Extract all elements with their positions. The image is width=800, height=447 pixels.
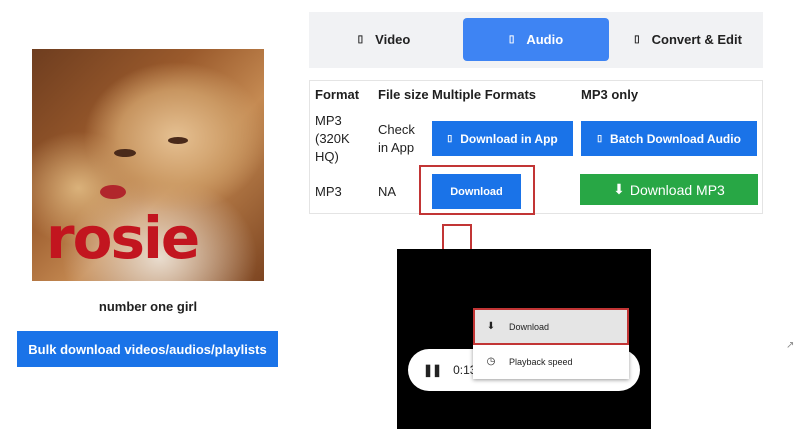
menu-item-playback-speed[interactable]: ◷ Playback speed (473, 344, 629, 379)
song-title: number one girl (98, 299, 198, 314)
bulk-download-button[interactable]: Bulk download videos/audios/playlists (17, 331, 278, 367)
tab-convert-label: Convert & Edit (651, 32, 742, 47)
batch-icon: ▯ (597, 133, 603, 143)
menu-playback-speed-label: Playback speed (509, 356, 573, 367)
cover-eye-left (114, 149, 136, 157)
cover-lips (100, 185, 126, 199)
tab-convert-edit[interactable]: ▯ Convert & Edit (613, 18, 763, 61)
menu-download-highlight-box (473, 308, 629, 345)
cover-eye-right (168, 137, 188, 144)
format-tabs: ▯ Video ▯ Audio ▯ Convert & Edit (309, 12, 763, 68)
header-multiple-formats: Multiple Formats (432, 87, 537, 102)
download-mp3-button[interactable]: ⬇ Download MP3 (580, 174, 758, 205)
batch-download-audio-button[interactable]: ▯ Batch Download Audio (581, 121, 757, 156)
download-in-app-label: Download in App (460, 131, 558, 146)
corner-mark: ↗ (786, 340, 795, 351)
album-cover-image: rosie (32, 49, 264, 281)
video-icon: ▯ (357, 34, 364, 45)
header-file-size: File size (378, 87, 429, 102)
download-in-app-button[interactable]: ▯ Download in App (432, 121, 573, 156)
audio-icon: ▯ (508, 34, 515, 45)
edit-icon: ▯ (634, 34, 640, 45)
tab-video-label: Video (375, 32, 411, 47)
row1-format: MP3 (320K HQ) (315, 113, 350, 164)
tab-audio-label: Audio (526, 32, 564, 47)
pause-icon[interactable]: ❚❚ (423, 363, 442, 377)
playback-speed-icon: ◷ (486, 356, 496, 367)
app-icon: ▯ (447, 133, 453, 143)
row1-size: Check in App (378, 122, 415, 155)
row2-size: NA (378, 184, 397, 199)
header-mp3-only: MP3 only (581, 87, 639, 102)
batch-download-label: Batch Download Audio (610, 131, 741, 146)
cover-art-word: rosie (46, 204, 200, 272)
tab-video[interactable]: ▯ Video (309, 18, 459, 61)
row2-format: MP3 (315, 184, 342, 199)
download-mp3-label: Download MP3 (629, 181, 725, 198)
download-icon: ⬇ (613, 181, 625, 197)
tab-audio[interactable]: ▯ Audio (463, 18, 609, 61)
download-highlight-box (419, 165, 535, 215)
header-format: Format (315, 87, 360, 102)
